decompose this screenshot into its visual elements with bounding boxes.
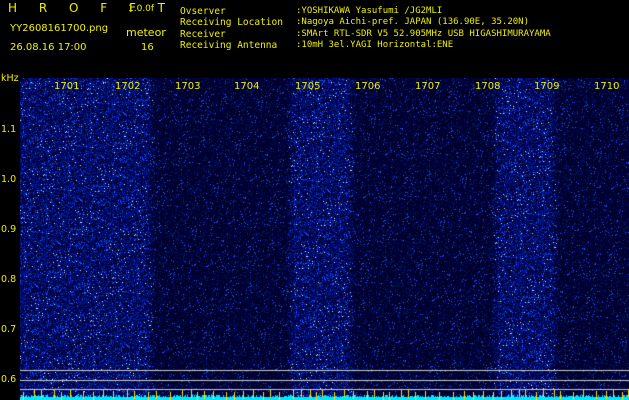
time-label: 1701 [54, 81, 80, 92]
y-tick-label: 0.8 [1, 274, 17, 285]
location-value: :Nagoya Aichi-pref. JAPAN (136.90E, 35.2… [296, 17, 529, 27]
y-tick-label: 1.1 [1, 124, 17, 135]
antenna-key: Receiving Antenna [180, 40, 278, 51]
time-label: 1703 [175, 81, 201, 92]
antenna-value: :10mH 3el.YAGI Horizontal:ENE [296, 40, 454, 50]
observer-key: Ovserver [180, 6, 226, 17]
spectrogram-canvas [20, 78, 629, 400]
meteor-label: meteor [126, 26, 166, 39]
observer-value: :YOSHIKAWA Yasufumi /JG2MLI [296, 6, 443, 16]
time-label: 1702 [115, 81, 141, 92]
y-tick-label: 0.6 [1, 374, 17, 385]
file-name: YY2608161700.png [10, 23, 109, 34]
y-tick-label: 0.9 [1, 224, 17, 235]
receiver-value: :SMArt RTL-SDR V5 52.905MHz USB HIGASHIM… [296, 29, 551, 39]
time-label: 1709 [534, 81, 560, 92]
receiver-key: Receiver [180, 29, 226, 40]
time-label: 1706 [355, 81, 381, 92]
header-panel: H R O F F T 1.0.0f YY2608161700.png mete… [0, 0, 629, 78]
version-label: 1.0.0f [128, 4, 155, 14]
date-time: 26.08.16 17:00 [10, 42, 87, 53]
time-label: 1710 [594, 81, 620, 92]
time-label: 1708 [475, 81, 501, 92]
axis-unit-label: kHz [1, 73, 19, 84]
time-label: 1704 [234, 81, 260, 92]
time-label: 1707 [415, 81, 441, 92]
location-key: Receiving Location [180, 17, 283, 28]
y-tick-label: 0.7 [1, 324, 17, 335]
time-label: 1705 [295, 81, 321, 92]
y-tick-label: 1.0 [1, 174, 17, 185]
meteor-count: 16 [141, 42, 154, 53]
frequency-axis: kHz 1.1 1.0 0.9 0.8 0.7 0.6 [0, 74, 20, 400]
